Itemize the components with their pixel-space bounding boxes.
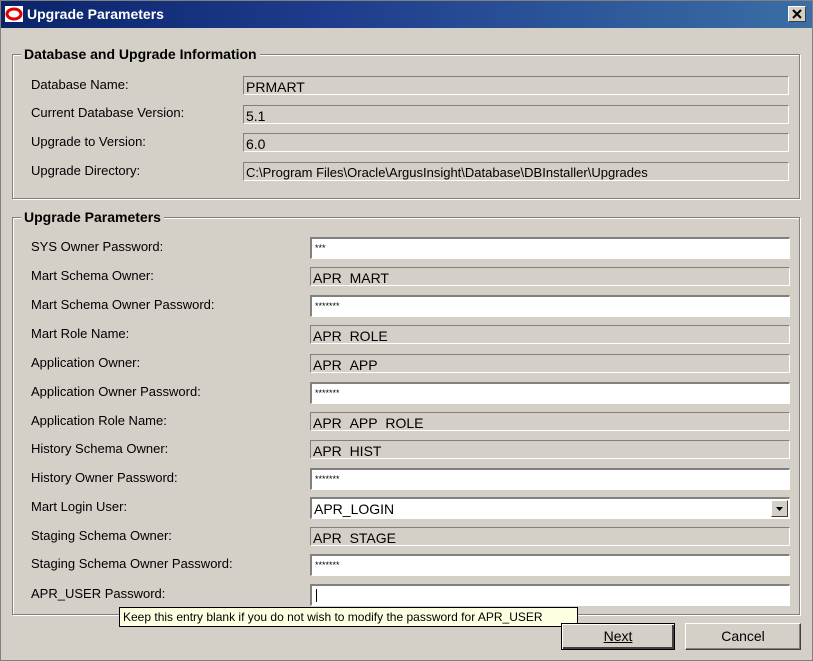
upgrade-version-field: 6.0 <box>243 133 789 152</box>
title-bar[interactable]: Upgrade Parameters <box>1 1 812 28</box>
application-owner-field: APR_APP <box>310 354 790 373</box>
mart-schema-owner-password-label: Mart Schema Owner Password: <box>31 297 215 312</box>
database-name-label: Database Name: <box>31 77 129 92</box>
close-button[interactable] <box>788 6 806 22</box>
upgrade-directory-field: C:\Program Files\Oracle\ArgusInsight\Dat… <box>243 162 789 181</box>
current-version-field: 5.1 <box>243 105 789 124</box>
next-button-label: Next <box>603 628 633 644</box>
history-schema-owner-label: History Schema Owner: <box>31 441 169 456</box>
application-owner-password-label: Application Owner Password: <box>31 384 201 399</box>
staging-schema-owner-password-label: Staging Schema Owner Password: <box>31 556 233 571</box>
upgrade-parameters-dialog: Upgrade Parameters Database and Upgrade … <box>0 0 813 661</box>
mart-login-user-select[interactable]: APR_LOGIN <box>310 497 790 519</box>
mart-schema-owner-label: Mart Schema Owner: <box>31 268 154 283</box>
oracle-logo-icon <box>5 6 23 22</box>
current-version-label: Current Database Version: <box>31 105 185 120</box>
next-button[interactable]: Next <box>561 623 675 650</box>
upgrade-version-label: Upgrade to Version: <box>31 134 146 149</box>
application-owner-password-field[interactable]: ******* <box>310 382 790 404</box>
dropdown-button[interactable] <box>771 500 788 517</box>
history-owner-password-label: History Owner Password: <box>31 470 178 485</box>
application-role-name-field: APR_APP_ROLE <box>310 412 790 431</box>
mart-role-name-label: Mart Role Name: <box>31 326 130 341</box>
staging-schema-owner-label: Staging Schema Owner: <box>31 528 172 543</box>
staging-schema-owner-password-field[interactable]: ******* <box>310 554 790 576</box>
history-owner-password-field[interactable]: ******* <box>310 468 790 490</box>
sys-owner-password-field[interactable]: *** <box>310 237 790 259</box>
upgrade-parameters-legend: Upgrade Parameters <box>21 209 164 225</box>
database-info-legend: Database and Upgrade Information <box>21 46 260 62</box>
text-caret <box>316 589 317 602</box>
upgrade-directory-label: Upgrade Directory: <box>31 163 141 178</box>
sys-owner-password-label: SYS Owner Password: <box>31 239 164 254</box>
close-icon <box>792 9 802 19</box>
cancel-button-label: Cancel <box>721 628 765 644</box>
mart-schema-owner-field: APR_MART <box>310 267 790 286</box>
window-title: Upgrade Parameters <box>27 6 164 22</box>
apr-user-password-field[interactable] <box>310 584 790 606</box>
apr-user-password-label: APR_USER Password: <box>31 586 166 601</box>
application-owner-label: Application Owner: <box>31 355 141 370</box>
cancel-button[interactable]: Cancel <box>685 623 801 650</box>
chevron-down-icon <box>776 507 783 511</box>
application-role-name-label: Application Role Name: <box>31 413 167 428</box>
mart-login-user-label: Mart Login User: <box>31 499 128 514</box>
mart-schema-owner-password-field[interactable]: ******* <box>310 295 790 317</box>
apr-user-password-tooltip: Keep this entry blank if you do not wish… <box>119 607 578 627</box>
database-name-field: PRMART <box>243 76 789 95</box>
mart-role-name-field: APR_ROLE <box>310 325 790 344</box>
mart-login-user-value: APR_LOGIN <box>314 501 395 517</box>
history-schema-owner-field: APR_HIST <box>310 440 790 459</box>
staging-schema-owner-field: APR_STAGE <box>310 527 790 546</box>
